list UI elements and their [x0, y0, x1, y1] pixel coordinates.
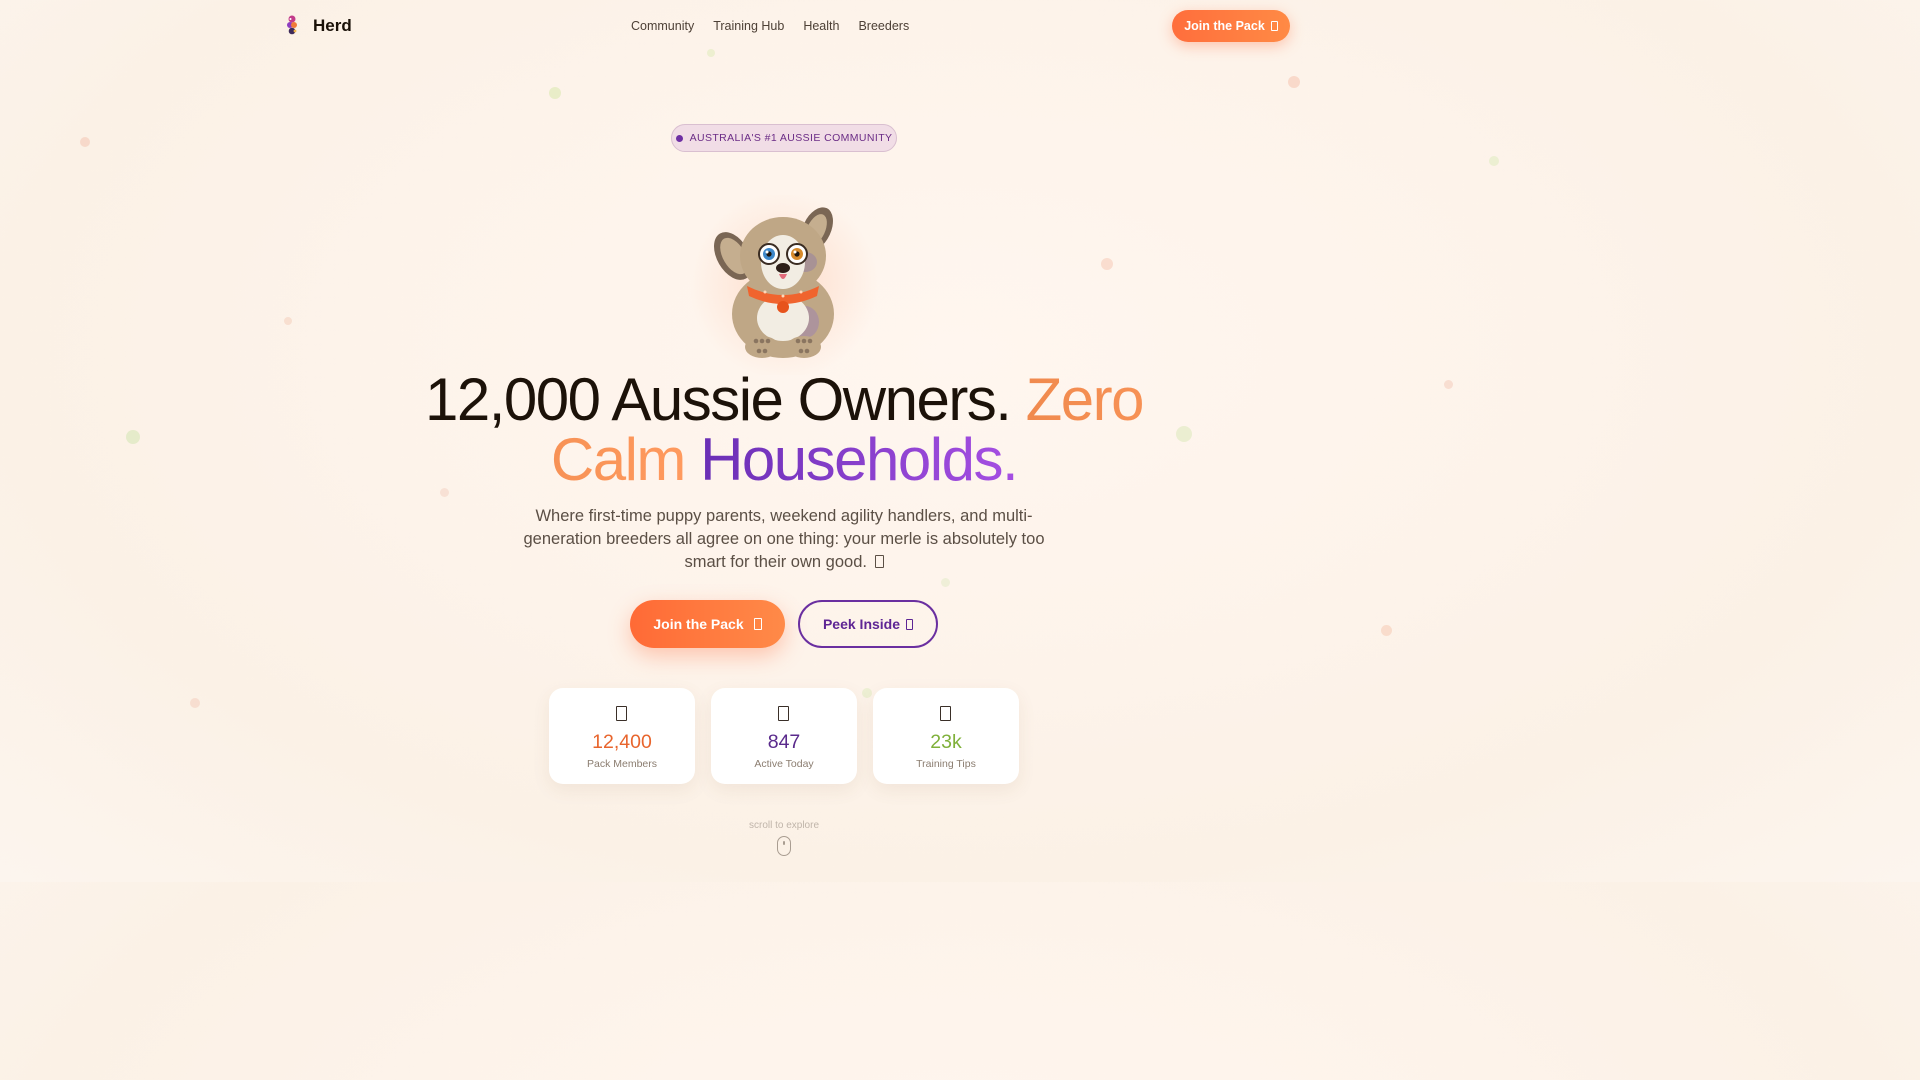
decor-paw: [862, 688, 872, 698]
decor-paw: [549, 87, 561, 99]
headline-part-1: 12,000 Aussie Owners.: [424, 366, 1012, 433]
badge-dot: [675, 134, 683, 142]
nav-link-training-hub[interactable]: Training Hub: [713, 19, 784, 33]
stat-label: Active Today: [754, 758, 814, 770]
stat-card-pack-members: 12,400 Pack Members: [549, 688, 695, 784]
missing-glyph-icon: [753, 618, 762, 630]
aussie-puppy-illustration: [714, 207, 834, 358]
decor-paw: [941, 578, 950, 587]
decor-paw: [1101, 258, 1113, 270]
peek-inside-label: Peek Inside: [822, 616, 901, 632]
join-pack-button[interactable]: Join the Pack: [630, 600, 785, 648]
decor-paw: [1489, 156, 1499, 166]
nav-join-button[interactable]: Join the Pack: [1172, 10, 1290, 42]
stat-value: 23k: [930, 731, 962, 753]
decor-paw: [1444, 380, 1453, 389]
hero-subtitle: Where first-time puppy parents, weekend …: [514, 505, 1054, 574]
nav-link-breeders[interactable]: Breeders: [858, 19, 909, 33]
decor-paw: [1288, 76, 1300, 88]
decor-paw: [126, 430, 140, 444]
decor-paw: [1381, 625, 1392, 636]
badge-text: AUSTRALIA'S #1 AUSSIE COMMUNITY: [689, 132, 893, 144]
nav-link-community[interactable]: Community: [631, 19, 694, 33]
missing-glyph-icon: [1270, 21, 1278, 31]
decor-paw: [80, 137, 90, 147]
hero-subtitle-text: Where first-time puppy parents, weekend …: [523, 507, 1045, 571]
brand[interactable]: Herd: [284, 15, 352, 37]
decor-paw: [190, 698, 200, 708]
hero-headline: 12,000 Aussie Owners. Zero Calm Househol…: [384, 370, 1184, 490]
mouse-icon[interactable]: [777, 836, 791, 856]
navbar: Herd Community Training Hub Health Breed…: [0, 0, 1568, 52]
hero-badge: AUSTRALIA'S #1 AUSSIE COMMUNITY: [671, 124, 897, 152]
join-pack-label: Join the Pack: [653, 616, 744, 632]
decor-paw: [284, 317, 292, 325]
dog-logo-icon: [287, 15, 297, 35]
missing-glyph-icon: [906, 618, 914, 630]
stat-icon: [940, 706, 951, 721]
stat-card-active-today: 847 Active Today: [711, 688, 857, 784]
nav-join-label: Join the Pack: [1184, 19, 1265, 33]
stat-card-training-tips: 23k Training Tips: [873, 688, 1019, 784]
stat-label: Training Tips: [916, 758, 976, 770]
missing-glyph-icon: [874, 555, 884, 568]
stat-value: 12,400: [592, 731, 652, 753]
peek-inside-button[interactable]: Peek Inside: [798, 600, 938, 648]
nav-link-health[interactable]: Health: [803, 19, 839, 33]
stat-label: Pack Members: [586, 758, 658, 770]
headline-part-3: Households.: [700, 426, 1019, 493]
brand-name: Herd: [313, 16, 352, 35]
stat-value: 847: [767, 731, 801, 753]
nav-links: Community Training Hub Health Breeders: [631, 19, 909, 33]
stat-icon: [616, 706, 627, 721]
scroll-hint: scroll to explore: [748, 820, 820, 831]
stat-icon: [778, 706, 789, 721]
